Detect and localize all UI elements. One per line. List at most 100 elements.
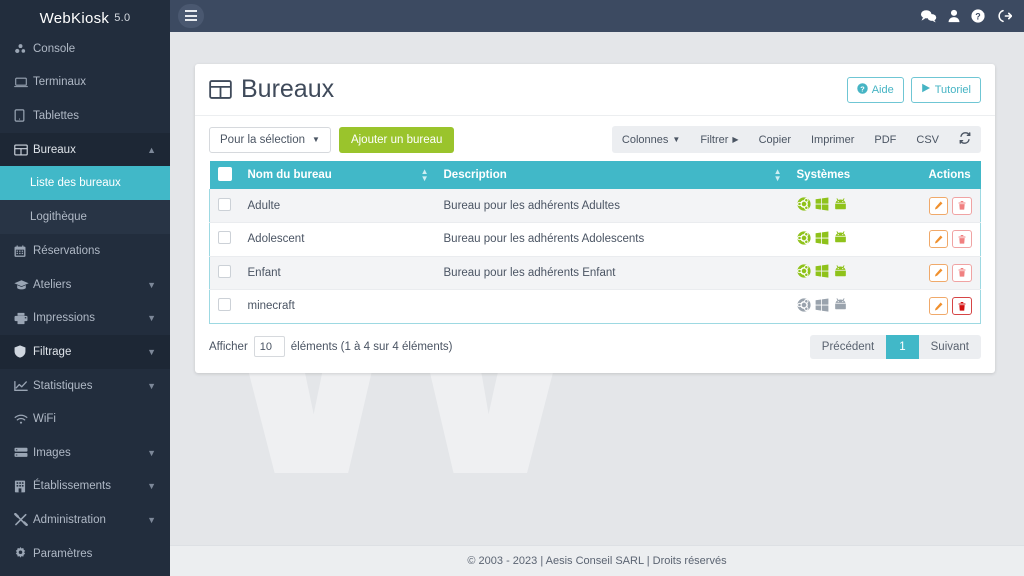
sidebar-item-liste-des-bureaux[interactable]: Liste des bureaux (0, 166, 170, 201)
ubuntu-icon (796, 231, 811, 248)
ubuntu-icon (796, 264, 811, 281)
column-header-label: Actions (928, 169, 971, 181)
table-icon (14, 144, 33, 156)
pagination-previous[interactable]: Précédent (809, 334, 887, 359)
graduation-cap-icon (14, 279, 33, 291)
help-circle-icon: ? (856, 82, 868, 97)
bureaux-table: Nom du bureau ▲ ▼ Description ▲ ▼ Systèmes (209, 161, 981, 324)
tutoriel-button[interactable]: Tutoriel (910, 76, 981, 103)
chevron-down-icon: ▼ (147, 481, 156, 492)
sidebar-item-terminaux[interactable]: Terminaux (0, 66, 170, 100)
sidebar-item-label: Filtrage (33, 345, 72, 358)
user-icon[interactable] (948, 9, 960, 23)
colonnes-button[interactable]: Colonnes ▼ (611, 126, 691, 153)
console-icon (14, 42, 33, 55)
selection-dropdown[interactable]: Pour la sélection ▼ (209, 126, 331, 153)
sidebar-item-console[interactable]: Console (0, 32, 170, 66)
select-all-checkbox[interactable] (217, 166, 232, 181)
row-checkbox[interactable] (218, 298, 231, 312)
select-all-header (209, 161, 240, 189)
refresh-button[interactable] (949, 126, 981, 153)
sign-out-icon[interactable] (997, 9, 1012, 23)
sidebar-item-images[interactable]: Images ▼ (0, 436, 170, 470)
row-checkbox[interactable] (218, 264, 231, 278)
pdf-button[interactable]: PDF (864, 126, 907, 153)
cell-actions (920, 256, 981, 290)
row-checkbox[interactable] (218, 197, 231, 211)
cell-nom: Adolescent (239, 222, 436, 257)
sidebar-item-label: Console (33, 42, 76, 55)
sidebar-item-impressions[interactable]: Impressions ▼ (0, 302, 170, 336)
gear-icon (14, 547, 33, 560)
chevron-down-icon: ▼ (147, 380, 156, 391)
comments-icon[interactable] (920, 9, 937, 23)
sidebar-item-label: Terminaux (33, 76, 87, 89)
page-footer: © 2003 - 2023 | Aesis Conseil SARL | Dro… (170, 545, 1024, 576)
cell-actions (920, 189, 981, 223)
column-header-nom[interactable]: Nom du bureau ▲ ▼ (239, 161, 436, 189)
brand-logo[interactable]: WebKiosk 5.0 (0, 0, 170, 32)
row-select-cell (209, 289, 240, 323)
sidebar-item-etablissements[interactable]: Établissements ▼ (0, 470, 170, 504)
delete-button[interactable] (952, 263, 972, 282)
delete-button[interactable] (952, 196, 972, 215)
imprimer-button[interactable]: Imprimer (800, 126, 865, 153)
sidebar-item-label: Bureaux (33, 143, 76, 156)
cell-description: Bureau pour les adhérents Enfant (435, 256, 789, 290)
delete-button[interactable] (952, 297, 972, 316)
edit-button[interactable] (928, 196, 949, 215)
copier-button[interactable]: Copier (748, 126, 801, 153)
entries-label: éléments (1 à 4 sur 4 éléments) (290, 340, 453, 353)
sidebar-item-ateliers[interactable]: Ateliers ▼ (0, 268, 170, 302)
android-icon (833, 265, 848, 281)
column-header-description[interactable]: Description ▲ ▼ (435, 161, 789, 189)
wifi-icon (14, 414, 33, 425)
hamburger-icon[interactable] (178, 3, 204, 28)
sidebar-item-label: Réservations (33, 245, 101, 258)
ubuntu-icon (796, 197, 811, 214)
table-row: Adulte Bureau pour les adhérents Adultes (209, 189, 981, 223)
table-body: Adulte Bureau pour les adhérents Adultes A… (209, 189, 981, 323)
sidebar-item-label: Administration (33, 513, 106, 526)
sidebar-item-label: Images (33, 446, 71, 459)
pagination-page-1[interactable]: 1 (886, 334, 919, 359)
row-select-cell (209, 256, 240, 290)
csv-button[interactable]: CSV (906, 126, 949, 153)
sidebar-item-label: WiFi (33, 413, 56, 426)
help-icon[interactable]: ? ▼ (971, 8, 986, 23)
sidebar-item-bureaux[interactable]: Bureaux ▲ (0, 132, 170, 167)
sidebar-item-label: Statistiques (33, 379, 93, 392)
cell-actions (920, 289, 981, 323)
windows-icon (815, 298, 829, 315)
main-region: ? ▼ W Bureaux (170, 0, 1024, 576)
sidebar-item-logitheque[interactable]: Logithèque (0, 200, 170, 235)
sidebar-item-administration[interactable]: Administration ▼ (0, 503, 170, 537)
cell-systemes (788, 189, 921, 223)
cell-nom: Enfant (239, 256, 436, 290)
sidebar-item-label: Impressions (33, 312, 95, 325)
sidebar-item-filtrage[interactable]: Filtrage ▼ (0, 335, 170, 369)
sidebar-subitem-label: Logithèque (30, 211, 87, 224)
page-length-input[interactable] (253, 336, 285, 357)
cell-description: Bureau pour les adhérents Adultes (435, 189, 789, 223)
edit-button[interactable] (928, 263, 949, 282)
sidebar-item-wifi[interactable]: WiFi (0, 402, 170, 436)
sidebar-item-reservations[interactable]: Réservations (0, 234, 170, 268)
page-title: Bureaux (209, 75, 334, 104)
add-bureau-button[interactable]: Ajouter un bureau (338, 126, 455, 153)
edit-button[interactable] (928, 297, 949, 316)
aide-button[interactable]: ? Aide (846, 76, 904, 103)
sidebar-item-statistiques[interactable]: Statistiques ▼ (0, 369, 170, 403)
sidebar-item-parametres[interactable]: Paramètres (0, 537, 170, 571)
edit-button[interactable] (928, 230, 949, 249)
pagination-next[interactable]: Suivant (918, 334, 981, 359)
chevron-down-icon: ▼ (312, 135, 320, 144)
sidebar-item-label: Établissements (33, 480, 111, 493)
topbar-icons: ? ▼ (920, 8, 1012, 23)
card-header: Bureaux ? Aide Tutoriel (195, 64, 995, 116)
filtrer-button[interactable]: Filtrer ▶ (690, 126, 749, 153)
row-checkbox[interactable] (218, 231, 231, 245)
table-toolbar: Pour la sélection ▼ Ajouter un bureau Co… (195, 116, 995, 161)
delete-button[interactable] (952, 230, 972, 249)
sidebar-item-tablettes[interactable]: Tablettes (0, 99, 170, 133)
